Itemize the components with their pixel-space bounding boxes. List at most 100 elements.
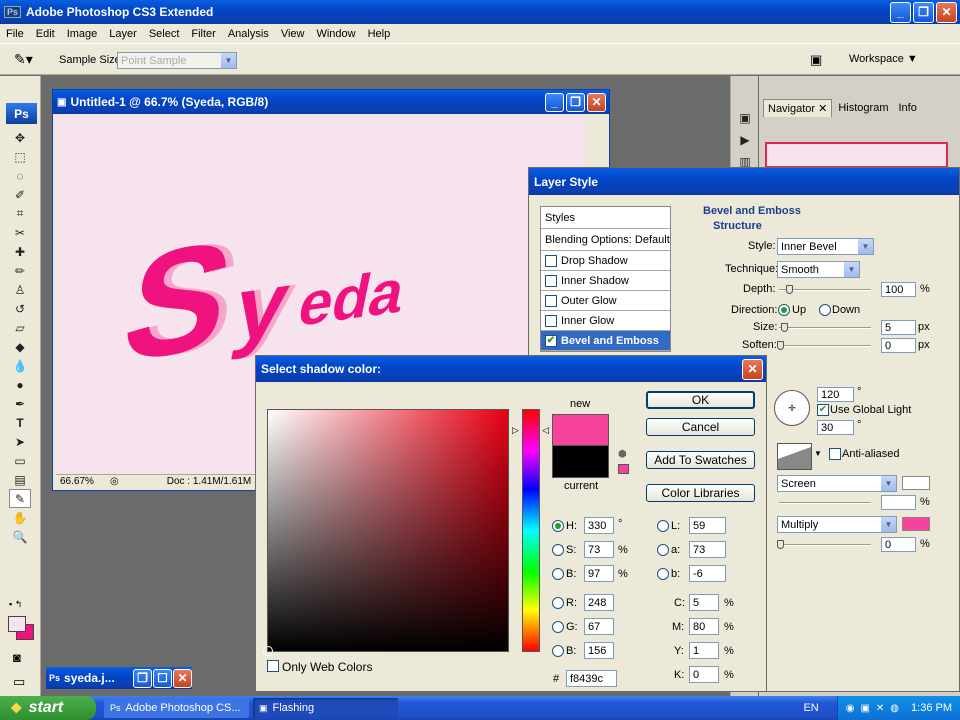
lab-b-radio[interactable] [657, 568, 669, 580]
s-radio[interactable] [552, 544, 564, 556]
notes-tool-icon[interactable]: ▤ [9, 470, 31, 489]
hue-right-arrow[interactable]: ◁ [542, 425, 549, 436]
tray-icon-3[interactable]: ✕ [876, 703, 884, 714]
blue-input[interactable]: 156 [584, 642, 614, 659]
brush-tool-icon[interactable]: ✏ [9, 261, 31, 280]
blue-radio[interactable] [552, 645, 564, 657]
quick-selection-tool-icon[interactable]: ✐ [9, 185, 31, 204]
style-item-inner-glow[interactable]: Inner Glow [541, 311, 670, 331]
size-slider-thumb[interactable] [781, 323, 788, 332]
workspace-icon[interactable]: ▣ [810, 52, 822, 68]
taskbar-item-photoshop[interactable]: Ps Adobe Photoshop CS... [104, 698, 249, 718]
size-slider[interactable] [779, 327, 871, 329]
a-radio[interactable] [657, 544, 669, 556]
menu-edit[interactable]: Edit [30, 28, 61, 40]
gamut-color-swatch[interactable] [618, 464, 629, 474]
hex-input[interactable]: f8439c [566, 670, 617, 687]
shape-tool-icon[interactable]: ▭ [9, 451, 31, 470]
soften-slider-thumb[interactable] [777, 341, 784, 350]
maximize-button[interactable]: ❐ [913, 1, 934, 23]
depth-input[interactable]: 100 [881, 282, 916, 297]
eyedropper-tool-icon[interactable]: ✎ [9, 489, 31, 508]
m-input[interactable]: 80 [689, 618, 719, 635]
bevel-emboss-checkbox[interactable]: ✔ [545, 334, 557, 347]
technique-select[interactable]: Smooth ▼ [777, 261, 860, 278]
current-color-swatch[interactable] [552, 446, 609, 478]
shadow-opacity-thumb[interactable] [777, 540, 784, 549]
style-item-outer-glow[interactable]: Outer Glow [541, 291, 670, 311]
blur-tool-icon[interactable]: 💧 [9, 356, 31, 375]
crop-tool-icon[interactable]: ⌗ [9, 204, 31, 223]
angle-input[interactable]: 120 [817, 387, 854, 402]
doc-minimize-button[interactable]: _ [545, 92, 564, 112]
add-to-swatches-button[interactable]: Add To Swatches [646, 451, 755, 469]
b-radio[interactable] [552, 568, 564, 580]
h-radio[interactable] [552, 520, 564, 532]
status-menu-icon[interactable]: ◎ [110, 476, 119, 487]
screen-mode-icon[interactable]: ▭ [13, 674, 25, 690]
hue-left-arrow[interactable]: ▷ [512, 425, 519, 436]
eyedropper-tool-preset-icon[interactable]: ✎▾ [14, 51, 33, 68]
menu-file[interactable]: File [0, 28, 30, 40]
a-input[interactable]: 73 [689, 541, 726, 558]
shadow-mode-select[interactable]: Multiply ▼ [777, 516, 897, 533]
panel-icon-1[interactable]: ▣ [734, 108, 756, 127]
clock[interactable]: 1:36 PM [911, 702, 952, 714]
gloss-contour-preview[interactable] [777, 443, 812, 470]
color-field[interactable] [263, 409, 509, 656]
tray-icon-2[interactable]: ▣ [860, 703, 869, 714]
styles-header[interactable]: Styles [541, 207, 670, 229]
tray-icon-1[interactable]: ◉ [846, 703, 855, 714]
menu-filter[interactable]: Filter [185, 28, 221, 40]
menu-image[interactable]: Image [61, 28, 104, 40]
menu-help[interactable]: Help [362, 28, 397, 40]
drop-shadow-checkbox[interactable] [545, 254, 557, 267]
paint-bucket-tool-icon[interactable]: ◆ [9, 337, 31, 356]
move-tool-icon[interactable]: ✥ [9, 128, 31, 147]
style-item-inner-shadow[interactable]: Inner Shadow [541, 271, 670, 291]
lasso-tool-icon[interactable]: ◌ [9, 166, 31, 185]
k-input[interactable]: 0 [689, 666, 719, 683]
c-input[interactable]: 5 [689, 594, 719, 611]
color-field-marker[interactable] [263, 646, 273, 656]
blending-options-item[interactable]: Blending Options: Default [541, 229, 670, 251]
b-input[interactable]: 97 [584, 565, 614, 582]
tab-navigator[interactable]: Navigator ✕ [763, 99, 833, 117]
shadow-color-swatch[interactable] [902, 517, 930, 531]
type-tool-icon[interactable]: T [9, 413, 31, 432]
menu-select[interactable]: Select [143, 28, 186, 40]
panel-icon-2[interactable]: ▶ [734, 130, 756, 149]
menu-layer[interactable]: Layer [103, 28, 143, 40]
taskbar-item-flashing[interactable]: ▣ Flashing [253, 698, 398, 718]
path-selection-tool-icon[interactable]: ➤ [9, 432, 31, 451]
dodge-tool-icon[interactable]: ● [9, 375, 31, 394]
g-radio[interactable] [552, 621, 564, 633]
quick-mask-icon[interactable]: ◙ [13, 650, 21, 665]
shadow-opacity-slider[interactable] [779, 544, 871, 546]
ok-button[interactable]: OK [646, 391, 755, 409]
doc-close-button[interactable]: ✕ [587, 92, 606, 112]
slice-tool-icon[interactable]: ✂ [9, 223, 31, 242]
marquee-tool-icon[interactable]: ⬚ [9, 147, 31, 166]
highlight-opacity-input[interactable] [881, 495, 916, 510]
language-indicator[interactable]: EN [803, 702, 818, 714]
l-radio[interactable] [657, 520, 669, 532]
size-input[interactable]: 5 [881, 320, 916, 335]
out-of-gamut-icon[interactable]: ⬢ [618, 449, 627, 460]
soften-slider[interactable] [779, 345, 871, 347]
zoom-tool-icon[interactable]: 🔍 [9, 527, 31, 546]
highlight-mode-select[interactable]: Screen ▼ [777, 475, 897, 492]
style-item-drop-shadow[interactable]: Drop Shadow [541, 251, 670, 271]
close-button[interactable]: ✕ [936, 1, 957, 23]
tab-info[interactable]: Info [894, 99, 920, 117]
menu-analysis[interactable]: Analysis [222, 28, 275, 40]
highlight-opacity-slider[interactable] [779, 502, 871, 504]
tray-icon-4[interactable]: ◍ [890, 703, 899, 714]
menu-view[interactable]: View [275, 28, 311, 40]
style-item-bevel-emboss[interactable]: ✔ Bevel and Emboss [541, 331, 670, 351]
r-input[interactable]: 248 [584, 594, 614, 611]
minimized-document[interactable]: Ps syeda.j... ❐ ☐ ✕ [46, 667, 192, 689]
h-input[interactable]: 330 [584, 517, 614, 534]
cancel-button[interactable]: Cancel [646, 418, 755, 436]
clone-stamp-tool-icon[interactable]: ♙ [9, 280, 31, 299]
